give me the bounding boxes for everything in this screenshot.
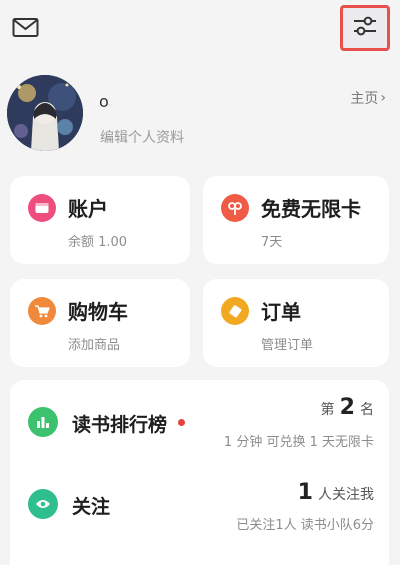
cart-card[interactable]: 购物车 添加商品 (10, 279, 190, 367)
rank-prefix: 第 (320, 402, 335, 418)
account-balance: 余额 1.00 (68, 235, 128, 250)
order-icon (221, 297, 249, 325)
cart-icon (28, 297, 56, 325)
follow-description: 已关注1人 读书小队6分 (236, 518, 374, 533)
account-card[interactable]: 账户 余额 1.00 (10, 176, 190, 264)
order-card[interactable]: 订单 管理订单 (203, 279, 389, 367)
rank-value: 2 (339, 395, 355, 420)
account-title: 账户 (68, 197, 108, 221)
nickname: o (99, 92, 109, 111)
wallet-icon (28, 194, 56, 222)
follow-title: 关注 (72, 496, 111, 518)
follower-value: 1 (297, 480, 313, 505)
follower-suffix: 人关注我 (318, 487, 374, 503)
settings-filter-button[interactable] (340, 5, 390, 51)
sliders-icon (352, 15, 378, 41)
rank-description: 1 分钟 可兑换 1 天无限卡 (223, 435, 374, 450)
notification-dot (178, 419, 185, 426)
edit-profile-link[interactable]: 编辑个人资料 (100, 127, 184, 147)
mail-icon[interactable] (12, 17, 40, 39)
rank-suffix: 名 (360, 402, 374, 418)
order-sub: 管理订单 (261, 338, 314, 353)
eye-icon (28, 489, 58, 519)
unlimited-card-days: 7天 (261, 235, 283, 250)
avatar[interactable] (7, 75, 83, 151)
stats-card: 读书排行榜 第 2 名 1 分钟 可兑换 1 天无限卡 关注 1 人关注我 已关… (10, 380, 389, 565)
unlimited-card-title: 免费无限卡 (261, 197, 361, 221)
bar-chart-icon (28, 407, 58, 437)
unlimited-card-card[interactable]: 免费无限卡 7天 (203, 176, 389, 264)
cart-sub: 添加商品 (68, 338, 121, 353)
reading-rank-title: 读书排行榜 (72, 414, 168, 436)
card-icon (221, 194, 249, 222)
rank-position: 第 2 名 (321, 395, 375, 420)
order-title: 订单 (261, 300, 301, 324)
cart-title: 购物车 (68, 300, 128, 324)
top-bar (0, 0, 400, 60)
chevron-right-icon: › (380, 90, 386, 106)
home-link[interactable]: 主页 › (350, 88, 386, 108)
follower-count: 1 人关注我 (298, 480, 374, 505)
home-label: 主页 (350, 91, 379, 107)
